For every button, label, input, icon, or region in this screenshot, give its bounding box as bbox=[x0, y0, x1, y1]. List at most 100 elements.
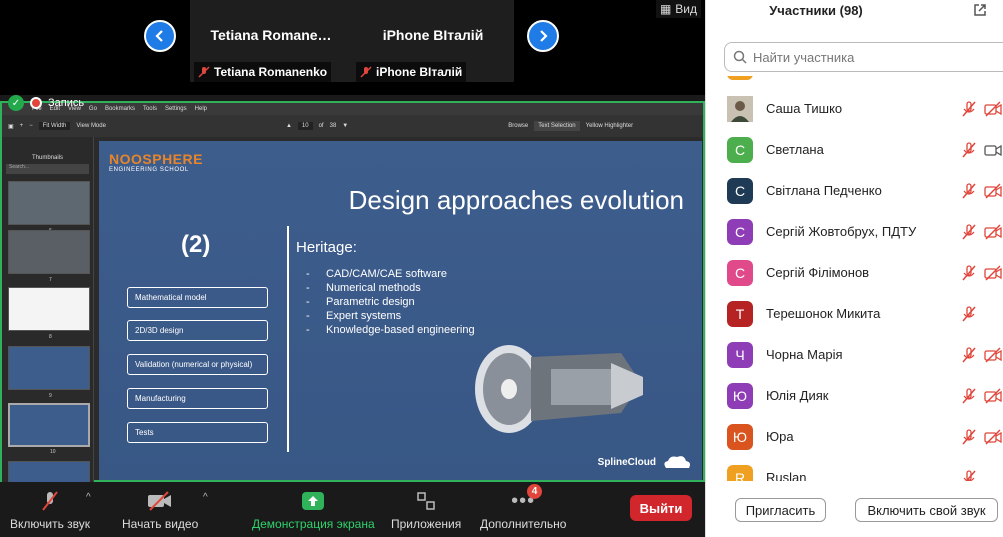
text-selection-tool[interactable]: Text Selection bbox=[534, 121, 580, 131]
prev-page-button[interactable] bbox=[144, 20, 176, 52]
video-tile[interactable]: Tetiana Romane… Tetiana Romanenko bbox=[190, 0, 352, 82]
camera-off-icon bbox=[984, 387, 1002, 404]
menu-item[interactable]: Bookmarks bbox=[105, 106, 135, 112]
grid-icon: ▦ bbox=[659, 2, 672, 16]
avatar: R bbox=[727, 464, 753, 481]
video-tile[interactable]: iPhone ВІталій iPhone ВІталій bbox=[352, 0, 514, 82]
approach-box: Mathematical model bbox=[127, 287, 268, 308]
popout-icon[interactable] bbox=[973, 3, 987, 17]
page-thumbnail[interactable]: 7 bbox=[8, 230, 90, 283]
mic-muted-icon bbox=[198, 66, 210, 78]
participant-row[interactable]: Ю Юлія Дияк bbox=[706, 375, 1003, 416]
divider bbox=[287, 226, 289, 452]
mic-muted-icon bbox=[962, 100, 976, 116]
start-video-button[interactable]: Начать видео bbox=[122, 490, 198, 531]
turbofan-engine-image bbox=[475, 345, 643, 433]
chevron-right-icon bbox=[540, 30, 548, 42]
viewmode-button[interactable]: View Mode bbox=[76, 123, 106, 129]
thumb-number: 9 bbox=[49, 393, 52, 399]
page-thumbnail[interactable]: 9 bbox=[8, 346, 90, 399]
heritage-item: Parametric design bbox=[306, 295, 475, 309]
zoom-in-icon[interactable]: + bbox=[20, 123, 24, 129]
participant-row[interactable]: Т Терешонок Микита bbox=[706, 293, 1003, 334]
participant-name: Светлана bbox=[766, 142, 824, 157]
participant-search-input[interactable]: Найти участника bbox=[724, 42, 1003, 72]
next-page-icon[interactable]: ▼ bbox=[342, 123, 348, 129]
page-thumbnail[interactable]: 8 bbox=[8, 287, 90, 340]
shield-icon: ✓ bbox=[8, 95, 24, 111]
zoom-out-icon[interactable]: − bbox=[29, 123, 33, 129]
avatar-photo bbox=[727, 95, 753, 122]
leave-button[interactable]: Выйти bbox=[630, 495, 692, 521]
yellow-highlighter-tool[interactable]: Yellow Highlighter bbox=[586, 123, 633, 129]
menu-item[interactable]: Tools bbox=[143, 106, 157, 112]
participant-row[interactable]: R Ruslan bbox=[706, 457, 1003, 481]
participant-name: Юлія Дияк bbox=[766, 388, 829, 403]
camera-off-icon bbox=[984, 223, 1002, 240]
page-total: 38 bbox=[329, 123, 337, 129]
heritage-item: Numerical methods bbox=[306, 281, 475, 295]
invite-button[interactable]: Пригласить bbox=[735, 498, 826, 522]
prev-page-icon[interactable]: ▲ bbox=[286, 123, 292, 129]
camera-off-icon bbox=[984, 100, 1002, 117]
next-page-button[interactable] bbox=[527, 20, 559, 52]
page-thumbnail[interactable]: 6 bbox=[8, 181, 90, 234]
slide-title: Design approaches evolution bbox=[348, 185, 684, 215]
participant-row[interactable]: Саша Тишко bbox=[706, 88, 1003, 129]
menu-item[interactable]: Go bbox=[89, 106, 97, 112]
chevron-up-icon[interactable]: ^ bbox=[203, 492, 208, 503]
approach-box: 2D/3D design bbox=[127, 320, 268, 341]
participant-name: Ruslan bbox=[766, 470, 807, 481]
avatar: С bbox=[727, 218, 753, 245]
menu-item[interactable]: Help bbox=[195, 106, 207, 112]
page-thumbnail[interactable]: 10 bbox=[8, 403, 90, 455]
recording-indicator[interactable]: ✓ Запись bbox=[8, 95, 84, 111]
camera-off-icon bbox=[146, 490, 174, 512]
page-input[interactable]: 10 bbox=[297, 122, 313, 130]
search-placeholder: Найти участника bbox=[753, 49, 855, 65]
thumbnail-search[interactable]: Search... bbox=[6, 164, 89, 174]
heritage-item: Knowledge-based engineering bbox=[306, 323, 475, 337]
participant-row[interactable]: С Сергій Жовтобрух, ПДТУ bbox=[706, 211, 1003, 252]
video-strip: Tetiana Romane… Tetiana Romanenko iPhone… bbox=[0, 0, 705, 95]
apps-button[interactable]: Приложения bbox=[391, 490, 461, 531]
browse-tool[interactable]: Browse bbox=[508, 123, 528, 129]
unmute-self-button[interactable]: Включить свой звук bbox=[855, 498, 998, 522]
unmute-button[interactable]: Включить звук bbox=[10, 490, 90, 531]
camera-icon bbox=[984, 144, 1002, 156]
view-button[interactable]: ▦ Вид bbox=[655, 0, 701, 18]
mic-muted-icon bbox=[962, 141, 976, 157]
chevron-up-icon[interactable]: ^ bbox=[86, 492, 91, 503]
avatar: Ю bbox=[727, 382, 753, 409]
avatar-partial bbox=[727, 76, 753, 80]
page-thumbnail[interactable] bbox=[8, 461, 90, 482]
avatar: Т bbox=[727, 300, 753, 327]
chevron-left-icon bbox=[155, 30, 163, 42]
camera-off-icon bbox=[984, 428, 1002, 445]
participant-row[interactable]: Ю Юра bbox=[706, 416, 1003, 457]
participant-name: Світлана Педченко bbox=[766, 183, 882, 198]
brand-text: SplineCloud bbox=[597, 456, 656, 468]
participant-name: Сергій Жовтобрух, ПДТУ bbox=[766, 224, 917, 239]
fit-select[interactable]: Fit Width bbox=[38, 122, 71, 130]
notification-badge: 4 bbox=[527, 484, 542, 499]
record-label: Запись bbox=[48, 97, 85, 109]
participant-row[interactable]: С Светлана bbox=[706, 129, 1003, 170]
pdf-toolbar: ▣ + − Fit Width View Mode ▲ 10 of 38 ▼ B… bbox=[2, 115, 703, 137]
apps-label: Приложения bbox=[391, 517, 462, 531]
avatar: Ч bbox=[727, 341, 753, 368]
participant-row[interactable]: С Світлана Педченко bbox=[706, 170, 1003, 211]
share-screen-button[interactable]: Демонстрация экрана bbox=[252, 490, 375, 531]
thumb-number: 7 bbox=[49, 277, 52, 283]
participant-name: Чорна Марія bbox=[766, 347, 843, 362]
apps-icon bbox=[416, 490, 436, 512]
menu-item[interactable]: Settings bbox=[165, 106, 187, 112]
mic-muted-icon bbox=[963, 469, 976, 481]
approach-box: Manufacturing bbox=[127, 388, 268, 409]
avatar: С bbox=[727, 136, 753, 163]
participant-row[interactable]: Ч Чорна Марія bbox=[706, 334, 1003, 375]
participant-row[interactable]: С Сергій Філімонов bbox=[706, 252, 1003, 293]
more-button[interactable]: ••• Дополнительно bbox=[480, 490, 566, 532]
mic-muted-icon bbox=[39, 490, 61, 512]
sidebar-toggle-icon[interactable]: ▣ bbox=[8, 123, 14, 130]
